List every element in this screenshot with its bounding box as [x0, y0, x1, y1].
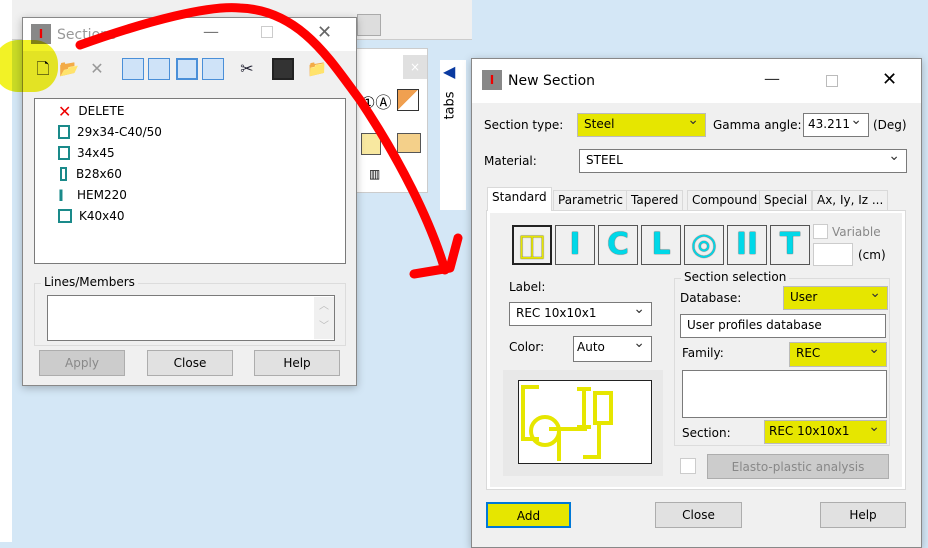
red-arrow-annotation	[75, 3, 463, 279]
